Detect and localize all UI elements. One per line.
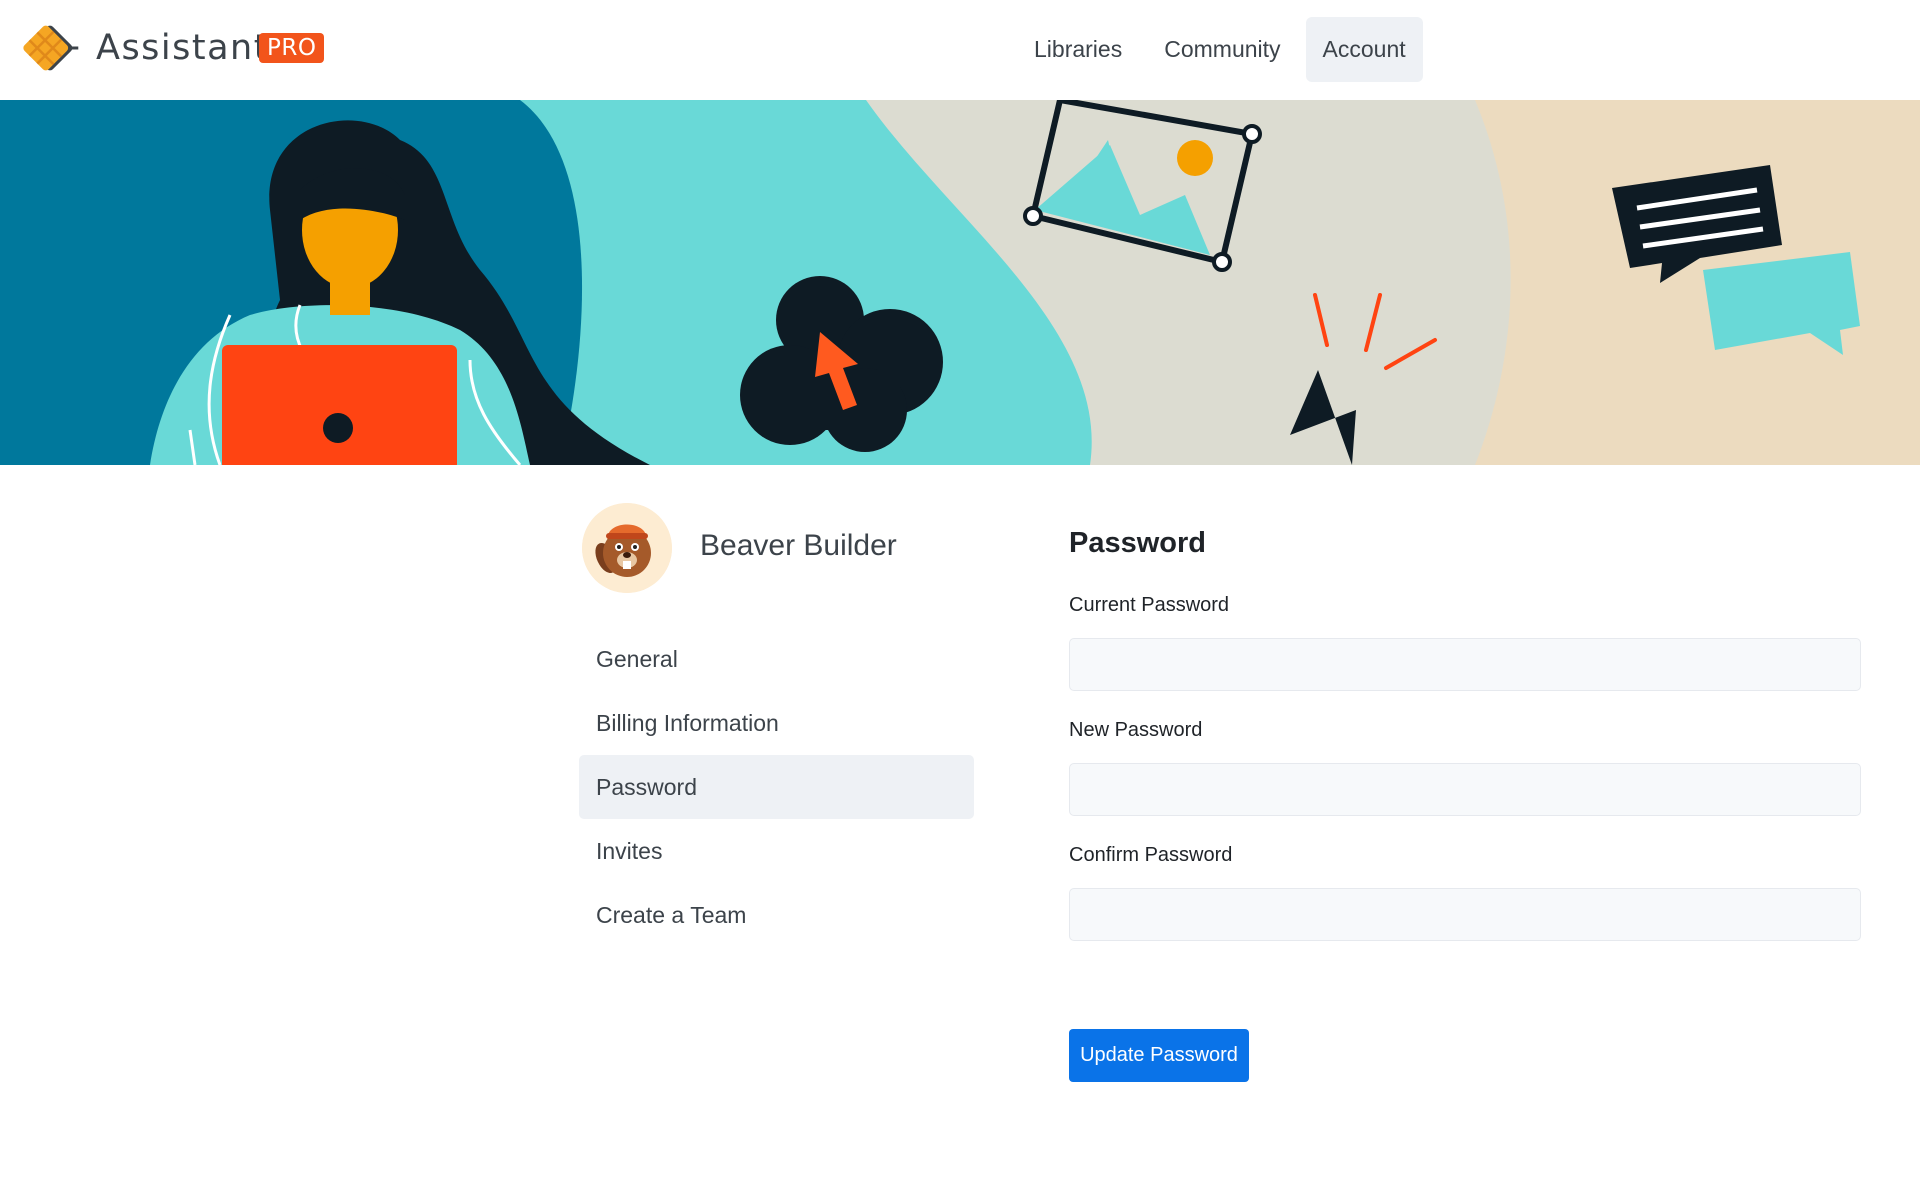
nav-item-account[interactable]: Account <box>1305 17 1423 82</box>
account-sidebar: General Billing Information Password Inv… <box>579 627 974 947</box>
confirm-password-field[interactable] <box>1069 888 1861 941</box>
assistant-logo-icon[interactable] <box>20 18 80 78</box>
main-nav: Libraries Community Account <box>1017 17 1431 82</box>
sidebar-item-create-a-team[interactable]: Create a Team <box>579 883 974 947</box>
sidebar-item-password[interactable]: Password <box>579 755 974 819</box>
update-password-button[interactable]: Update Password <box>1069 1029 1249 1082</box>
sidebar-item-invites[interactable]: Invites <box>579 819 974 883</box>
sidebar-item-general[interactable]: General <box>579 627 974 691</box>
brand-name: Assistant <box>96 28 269 68</box>
top-navigation-bar: Assistant PRO Libraries Community Accoun… <box>0 0 1920 100</box>
new-password-field[interactable] <box>1069 763 1861 816</box>
confirm-password-label: Confirm Password <box>1069 844 1233 866</box>
current-password-label: Current Password <box>1069 594 1230 616</box>
new-password-label: New Password <box>1069 719 1203 741</box>
nav-item-libraries[interactable]: Libraries <box>1017 17 1139 82</box>
current-password-field[interactable] <box>1069 638 1861 691</box>
profile-name: Beaver Builder <box>700 529 897 562</box>
pro-badge: PRO <box>259 33 325 63</box>
sidebar-item-billing-information[interactable]: Billing Information <box>579 691 974 755</box>
nav-item-community[interactable]: Community <box>1147 17 1297 82</box>
beaver-avatar <box>582 503 672 593</box>
hero-banner <box>0 100 1920 465</box>
page-title: Password <box>1069 527 1206 559</box>
password-form: Password Current Password New Password C… <box>1069 520 1862 941</box>
profile-header: Beaver Builder <box>582 503 982 593</box>
